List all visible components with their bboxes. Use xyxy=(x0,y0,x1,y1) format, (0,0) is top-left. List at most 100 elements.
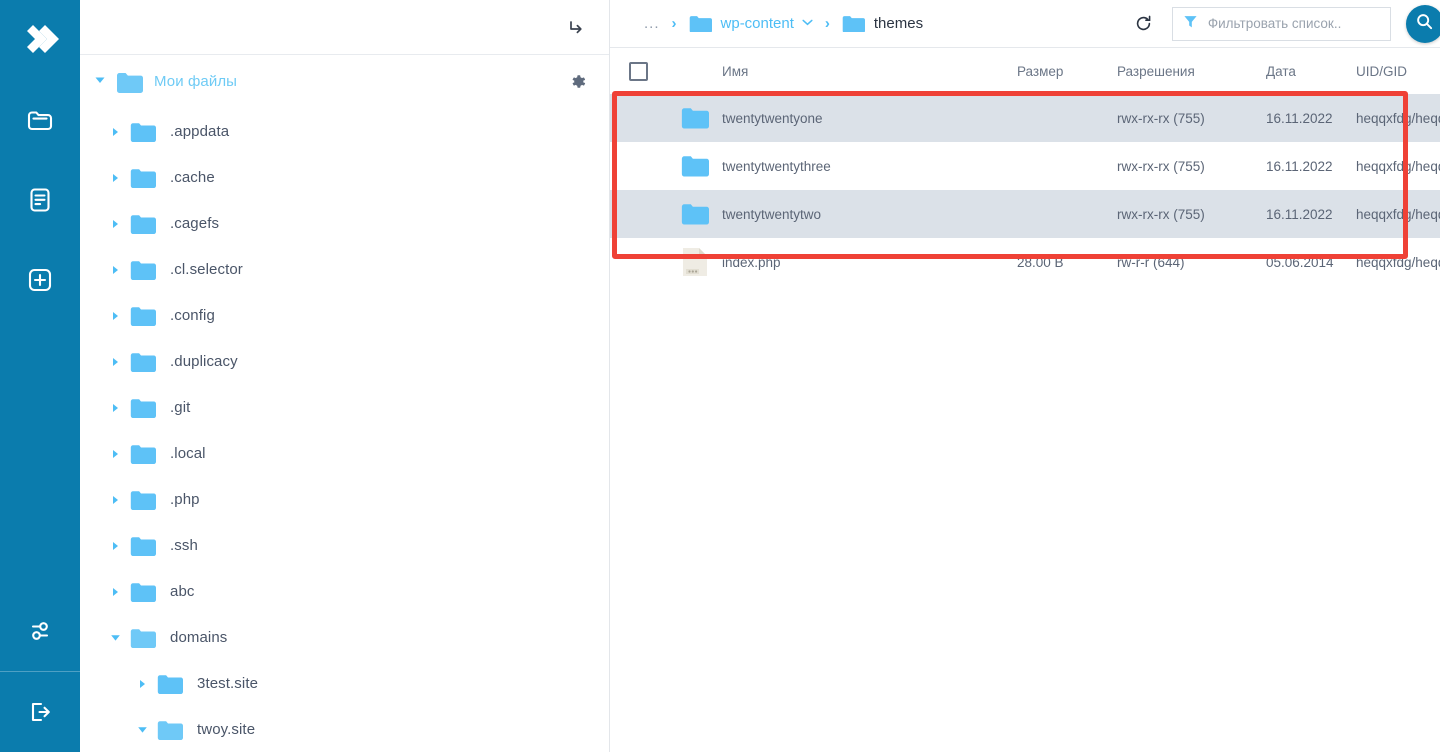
filter-input[interactable] xyxy=(1207,16,1380,31)
caret-right-icon[interactable] xyxy=(106,311,124,321)
row-permissions: rwx-rx-rx (755) xyxy=(1117,206,1205,222)
tree-item-label: .ssh xyxy=(170,537,198,555)
folder-icon xyxy=(689,15,712,33)
search-icon xyxy=(1415,12,1434,36)
folder-icon xyxy=(130,490,156,510)
tree-item[interactable]: .ssh xyxy=(80,523,609,569)
icon-rail xyxy=(0,0,80,752)
row-name: twentytwentytwo xyxy=(722,206,822,222)
chevron-down-icon[interactable] xyxy=(802,18,813,29)
folder-icon xyxy=(157,674,183,694)
toolbar-actions xyxy=(1134,4,1440,43)
row-uidgid: heqqxfdg/heqqxfdg xyxy=(1356,206,1440,222)
folder-open-icon xyxy=(157,720,183,740)
caret-right-icon[interactable] xyxy=(133,679,151,689)
table-row[interactable]: twentytwentyone rwx-rx-rx (755) 16.11.2022… xyxy=(610,94,1440,142)
column-header-name[interactable]: Имя xyxy=(722,64,1017,79)
caret-right-icon[interactable] xyxy=(106,357,124,367)
folder-icon xyxy=(130,214,156,234)
row-name: index.php xyxy=(722,254,781,270)
caret-down-icon[interactable] xyxy=(106,632,124,643)
refresh-icon[interactable] xyxy=(1134,14,1153,33)
tree-item[interactable]: .cagefs xyxy=(80,201,609,247)
folder-icon xyxy=(667,203,722,225)
caret-right-icon[interactable] xyxy=(106,587,124,597)
tree-root-label[interactable]: Мои файлы xyxy=(154,73,237,90)
tree-item-label: 3test.site xyxy=(197,675,259,693)
search-button[interactable] xyxy=(1405,4,1440,43)
row-uidgid: heqqxfdg/heqqxfdg xyxy=(1356,158,1440,174)
breadcrumb: ... › wp-content › themes xyxy=(644,15,923,33)
tree-item-label: .php xyxy=(170,491,200,509)
funnel-icon xyxy=(1183,14,1198,34)
tree-item[interactable]: .appdata xyxy=(80,109,609,155)
gear-icon[interactable] xyxy=(568,72,587,91)
tree-item[interactable]: .php xyxy=(80,477,609,523)
tree-item[interactable]: .cache xyxy=(80,155,609,201)
caret-right-icon[interactable] xyxy=(106,127,124,137)
breadcrumb-item[interactable]: wp-content xyxy=(689,15,813,33)
tree-item-label: .cagefs xyxy=(170,215,220,233)
row-date: 16.11.2022 xyxy=(1266,206,1333,222)
caret-right-icon[interactable] xyxy=(106,219,124,229)
caret-right-icon[interactable] xyxy=(106,173,124,183)
file-list-panel: ... › wp-content › themes Фильтровать сп… xyxy=(610,0,1440,752)
column-header-permissions[interactable]: Разрешения xyxy=(1117,64,1266,79)
folder-icon xyxy=(130,398,156,418)
directory-tree-panel: Мои файлы .appdata .cache .cagefs .cl.selec… xyxy=(80,0,610,752)
rail-item-add[interactable] xyxy=(0,240,80,320)
tree-item[interactable]: .local xyxy=(80,431,609,477)
folder-icon xyxy=(130,122,156,142)
tree-item[interactable]: .git xyxy=(80,385,609,431)
table-row[interactable]: twentytwentythree rwx-rx-rx (755) 16.11.20… xyxy=(610,142,1440,190)
tree-item[interactable]: 3test.site xyxy=(80,661,609,707)
row-size: 28.00 B xyxy=(1017,254,1064,270)
tree-item-label: abc xyxy=(170,583,195,601)
rail-item-settings[interactable] xyxy=(0,591,80,671)
filter-box[interactable] xyxy=(1171,6,1391,41)
row-date: 16.11.2022 xyxy=(1266,110,1333,126)
column-header-size[interactable]: Размер xyxy=(1017,64,1117,79)
tree-item-label: .cl.selector xyxy=(170,261,243,279)
breadcrumb-separator-icon: › xyxy=(824,14,830,32)
tree-panel-header xyxy=(80,0,609,55)
file-icon xyxy=(667,247,722,277)
folder-icon xyxy=(842,15,865,33)
tree-item[interactable]: .cl.selector xyxy=(80,247,609,293)
caret-right-icon[interactable] xyxy=(106,541,124,551)
caret-right-icon[interactable] xyxy=(106,403,124,413)
tree-item[interactable]: domains xyxy=(80,615,609,661)
select-all-checkbox[interactable] xyxy=(629,61,648,81)
caret-down-icon[interactable] xyxy=(94,73,106,91)
tree-item-label: .duplicacy xyxy=(170,353,238,371)
breadcrumb-separator-icon: › xyxy=(671,14,677,32)
table-header-row: Имя Размер Разрешения Дата UID/GID xyxy=(610,48,1440,94)
tree-root-row[interactable]: Мои файлы xyxy=(80,55,609,109)
tree-item[interactable]: .config xyxy=(80,293,609,339)
tree-item[interactable]: abc xyxy=(80,569,609,615)
column-header-uidgid[interactable]: UID/GID xyxy=(1356,64,1440,79)
app-logo[interactable] xyxy=(0,0,80,80)
document-lines-icon xyxy=(25,185,55,215)
caret-right-icon[interactable] xyxy=(106,265,124,275)
enter-arrow-icon[interactable] xyxy=(567,18,585,36)
tree-item-label: .config xyxy=(170,307,215,325)
rail-item-file-manager[interactable] xyxy=(0,80,80,160)
folder-icon xyxy=(667,155,722,177)
tree-item-label: .local xyxy=(170,445,206,463)
tree-item[interactable]: .duplicacy xyxy=(80,339,609,385)
caret-right-icon[interactable] xyxy=(106,449,124,459)
breadcrumb-item-label: themes xyxy=(873,14,924,32)
table-row[interactable]: index.php 28.00 B rw-r-r (644) 05.06.2014 he… xyxy=(610,238,1440,286)
double-chevron-right-logo-icon xyxy=(19,19,61,61)
table-row[interactable]: twentytwentytwo rwx-rx-rx (755) 16.11.2022… xyxy=(610,190,1440,238)
rail-item-logs[interactable] xyxy=(0,160,80,240)
breadcrumb-item[interactable]: themes xyxy=(842,15,923,33)
rail-item-logout[interactable] xyxy=(0,672,80,752)
caret-right-icon[interactable] xyxy=(106,495,124,505)
files-toolbar: ... › wp-content › themes xyxy=(610,0,1440,47)
breadcrumb-ellipsis[interactable]: ... xyxy=(644,15,660,32)
tree-item[interactable]: twoy.site xyxy=(80,707,609,752)
caret-down-icon[interactable] xyxy=(133,724,151,735)
column-header-date[interactable]: Дата xyxy=(1266,64,1356,79)
